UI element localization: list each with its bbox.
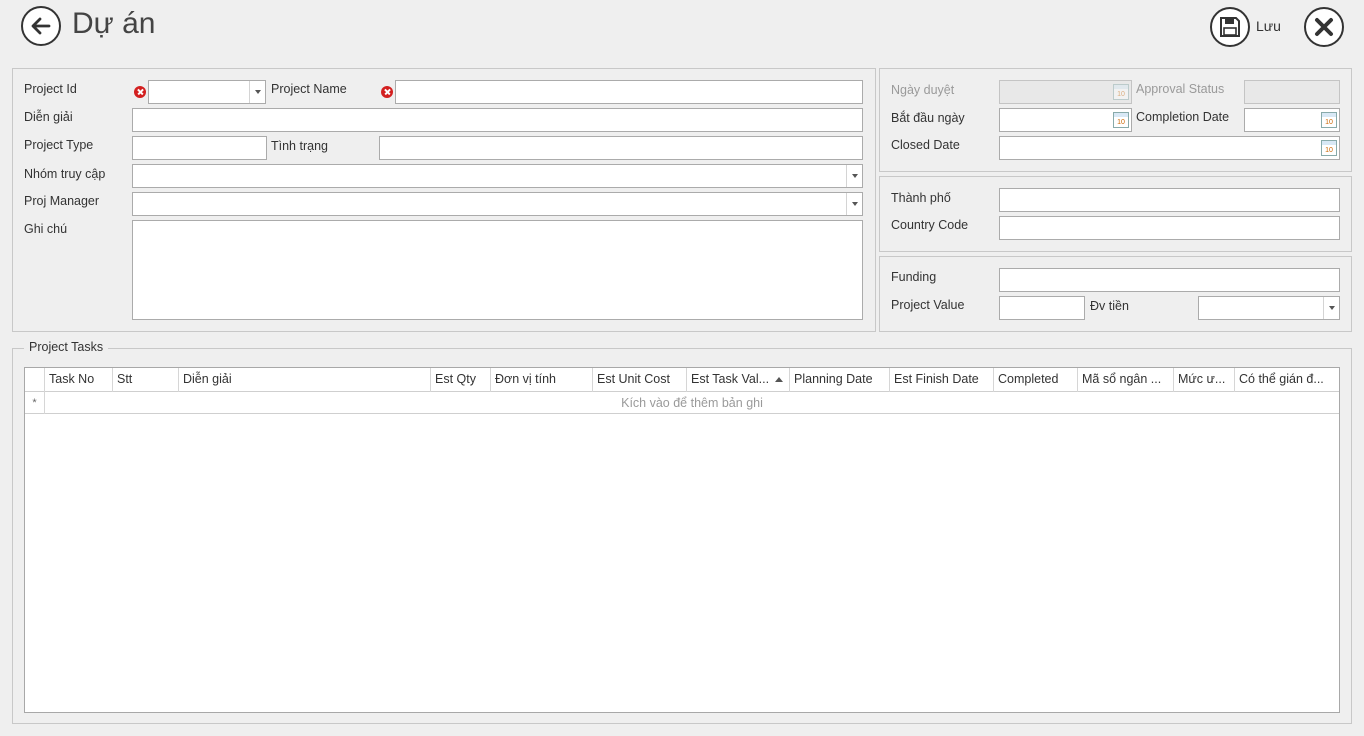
column-header-task-no[interactable]: Task No: [45, 368, 113, 392]
row-indicator-header: [25, 368, 45, 392]
tasks-group-title: Project Tasks: [24, 340, 109, 354]
currency-combo[interactable]: [1198, 296, 1340, 320]
save-button[interactable]: [1210, 7, 1250, 47]
project-value-input[interactable]: [999, 296, 1085, 320]
project-id-label: Project Id: [24, 82, 77, 96]
funding-label: Funding: [891, 270, 937, 284]
tasks-grid[interactable]: Task No Stt Diễn giải Est Qty Đơn vị tín…: [24, 367, 1340, 713]
calendar-icon: 10: [1113, 84, 1129, 100]
status-input[interactable]: [379, 136, 863, 160]
column-header-priority[interactable]: Mức ư...: [1174, 368, 1235, 392]
closed-date-label: Closed Date: [891, 138, 960, 152]
approval-date-input: 10: [999, 80, 1132, 104]
currency-label: Đv tiền: [1090, 299, 1129, 313]
floppy-disk-icon: [1220, 17, 1240, 37]
start-date-label: Bắt đầu ngày: [891, 111, 965, 125]
sort-ascending-icon: [775, 377, 783, 382]
close-button[interactable]: [1304, 7, 1344, 47]
access-group-label: Nhóm truy cập: [24, 167, 106, 181]
project-name-label: Project Name: [271, 82, 347, 96]
notes-label: Ghi chú: [24, 222, 68, 236]
column-header-interruptible[interactable]: Có thể gián đ...: [1235, 368, 1339, 392]
calendar-icon[interactable]: 10: [1113, 112, 1129, 128]
project-type-label: Project Type: [24, 138, 94, 152]
start-date-input[interactable]: 10: [999, 108, 1132, 132]
project-type-input[interactable]: [132, 136, 267, 160]
new-row[interactable]: * Kích vào để thêm bản ghi: [25, 392, 1339, 414]
grid-header: Task No Stt Diễn giải Est Qty Đơn vị tín…: [25, 368, 1339, 392]
access-group-combo[interactable]: [132, 164, 863, 188]
country-code-input[interactable]: [999, 216, 1340, 240]
column-header-est-task-value[interactable]: Est Task Val...: [687, 368, 790, 392]
project-value-label: Project Value: [891, 298, 965, 312]
column-header-est-task-value-label: Est Task Val...: [691, 372, 770, 386]
city-input[interactable]: [999, 188, 1340, 212]
column-header-budget-code[interactable]: Mã sổ ngân ...: [1078, 368, 1174, 392]
column-header-est-unit-cost[interactable]: Est Unit Cost: [593, 368, 687, 392]
save-label[interactable]: Lưu: [1256, 18, 1281, 34]
project-id-combo[interactable]: [148, 80, 266, 104]
completion-date-input[interactable]: 10: [1244, 108, 1340, 132]
column-header-unit[interactable]: Đơn vị tính: [491, 368, 593, 392]
approval-date-label: Ngày duyệt: [891, 83, 955, 97]
arrow-left-icon: [31, 17, 51, 35]
chevron-down-icon[interactable]: [1323, 297, 1339, 319]
calendar-icon[interactable]: 10: [1321, 112, 1337, 128]
completion-date-label: Completion Date: [1136, 110, 1230, 124]
status-label: Tình trạng: [271, 139, 328, 153]
country-code-label: Country Code: [891, 218, 969, 232]
new-row-prompt[interactable]: Kích vào để thêm bản ghi: [45, 392, 1339, 414]
calendar-icon[interactable]: 10: [1321, 140, 1337, 156]
proj-manager-label: Proj Manager: [24, 194, 100, 208]
column-header-stt[interactable]: Stt: [113, 368, 179, 392]
chevron-down-icon[interactable]: [249, 81, 265, 103]
column-header-est-finish-date[interactable]: Est Finish Date: [890, 368, 994, 392]
description-input[interactable]: [132, 108, 863, 132]
column-header-completed[interactable]: Completed: [994, 368, 1078, 392]
proj-manager-combo[interactable]: [132, 192, 863, 216]
city-label: Thành phố: [891, 191, 951, 205]
chevron-down-icon[interactable]: [846, 193, 862, 215]
column-header-est-qty[interactable]: Est Qty: [431, 368, 491, 392]
page-title: Dự án: [72, 7, 156, 40]
back-button[interactable]: [21, 6, 61, 46]
closed-date-input[interactable]: 10: [999, 136, 1340, 160]
error-icon: [134, 86, 146, 98]
project-name-input[interactable]: [395, 80, 863, 104]
description-label: Diễn giải: [24, 110, 73, 124]
approval-status-input: [1244, 80, 1340, 104]
notes-textarea[interactable]: [132, 220, 863, 320]
approval-status-label: Approval Status: [1136, 82, 1225, 96]
column-header-description[interactable]: Diễn giải: [179, 368, 431, 392]
new-row-indicator: *: [25, 392, 45, 414]
error-icon: [381, 86, 393, 98]
funding-input[interactable]: [999, 268, 1340, 292]
close-x-icon: [1315, 18, 1333, 36]
column-header-planning-date[interactable]: Planning Date: [790, 368, 890, 392]
chevron-down-icon[interactable]: [846, 165, 862, 187]
